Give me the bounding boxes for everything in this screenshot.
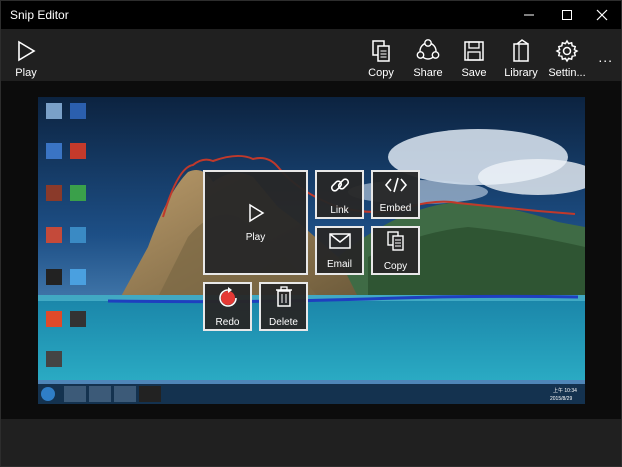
save-button[interactable]: Save [456,29,492,81]
snip-canvas: 上午 10:34 2015/8/29 Play Link Embed Email… [1,81,621,419]
trash-icon [274,285,294,313]
snip-editor-window: Snip Editor Play Copy Share Save Library… [0,0,622,467]
screenshot-image: 上午 10:34 2015/8/29 [38,97,585,404]
bottom-bar [1,419,621,466]
copy-icon [371,39,391,63]
play-icon [247,203,265,228]
play-icon [16,39,36,63]
more-options-button[interactable]: ... [598,49,613,65]
title-bar: Snip Editor [1,1,621,29]
close-button[interactable] [579,1,622,29]
taskbar-date: 2015/8/29 [550,396,572,402]
email-icon [328,232,352,255]
copy-icon [386,230,406,257]
copy-button[interactable]: Copy [363,29,399,81]
share-icon [416,39,440,63]
email-tile[interactable]: Email [315,226,364,275]
captured-screenshot: 上午 10:34 2015/8/29 [38,97,585,404]
library-button[interactable]: Library [502,29,540,81]
command-bar: Play Copy Share Save Library Settin... .… [1,29,621,81]
embed-icon [384,176,408,199]
gear-icon [555,39,579,63]
settings-button[interactable]: Settin... [546,29,588,81]
link-tile[interactable]: Link [315,170,364,219]
copy-tile[interactable]: Copy [371,226,420,275]
maximize-icon [562,10,572,20]
library-icon [511,39,531,63]
save-icon [463,39,485,63]
redo-tile[interactable]: Redo [203,282,252,331]
play-tile[interactable]: Play [203,170,308,275]
delete-tile[interactable]: Delete [259,282,308,331]
taskbar-time: 上午 10:34 [553,387,577,394]
minimize-icon [524,14,534,16]
window-title: Snip Editor [10,8,69,22]
close-icon [596,9,608,21]
play-button[interactable]: Play [7,29,45,81]
embed-tile[interactable]: Embed [371,170,420,219]
share-button[interactable]: Share [409,29,447,81]
redo-icon [217,286,239,313]
link-icon [329,174,351,201]
